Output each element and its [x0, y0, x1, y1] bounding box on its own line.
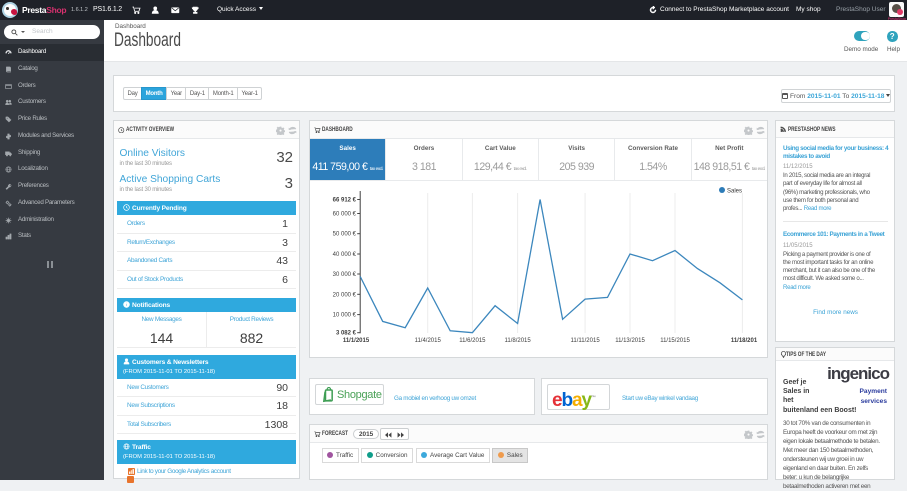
svg-text:10 000 €: 10 000 €: [333, 313, 357, 319]
svg-text:11/4/2015: 11/4/2015: [415, 338, 442, 344]
svg-text:50 000 €: 50 000 €: [333, 232, 357, 238]
svg-text:11/13/2015: 11/13/2015: [615, 338, 645, 344]
svg-text:Sales: Sales: [727, 189, 742, 195]
svg-text:11/15/2015: 11/15/2015: [660, 338, 690, 344]
svg-text:11/6/2015: 11/6/2015: [459, 338, 486, 344]
svg-text:11/18/201: 11/18/201: [731, 338, 758, 344]
svg-text:30 000 €: 30 000 €: [333, 272, 357, 278]
svg-text:20 000 €: 20 000 €: [333, 292, 357, 298]
svg-text:60 000 €: 60 000 €: [333, 212, 357, 218]
svg-text:11/8/2015: 11/8/2015: [504, 338, 531, 344]
svg-text:40 000 €: 40 000 €: [333, 252, 357, 258]
svg-text:66 912 €: 66 912 €: [333, 198, 357, 204]
svg-text:3 082 €: 3 082 €: [336, 331, 357, 337]
svg-text:11/1/2015: 11/1/2015: [343, 338, 370, 344]
svg-text:11/11/2015: 11/11/2015: [571, 338, 601, 344]
